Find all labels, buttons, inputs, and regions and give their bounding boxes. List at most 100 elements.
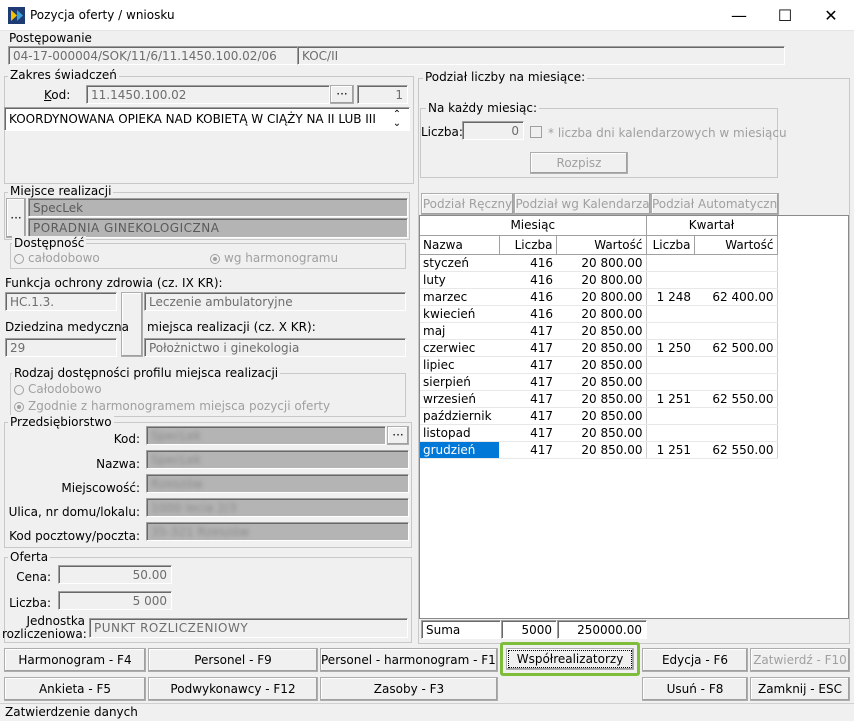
- cell-nazwa[interactable]: czerwiec: [420, 339, 499, 357]
- cell-kwartal-wartosc[interactable]: [694, 305, 778, 323]
- cell-liczba[interactable]: 416: [499, 288, 556, 306]
- cell-liczba[interactable]: 417: [499, 356, 556, 374]
- table-row[interactable]: luty 416 20 800.00: [420, 271, 778, 289]
- table-row[interactable]: czerwiec 417 20 850.00 1 250 62 500.00: [420, 339, 778, 357]
- cell-liczba[interactable]: 416: [499, 254, 556, 272]
- dostepnosc-opt1[interactable]: całodobowo: [14, 251, 100, 265]
- cell-nazwa[interactable]: marzec: [420, 288, 499, 306]
- cell-kwartal-liczba[interactable]: [646, 254, 694, 272]
- cell-nazwa[interactable]: wrzesień: [420, 390, 499, 408]
- cell-nazwa[interactable]: lipiec: [420, 356, 499, 374]
- maximize-button[interactable]: ☐: [762, 0, 808, 31]
- cell-nazwa[interactable]: grudzień: [420, 441, 499, 459]
- months-grid[interactable]: Miesiąc Kwartał Nazwa Liczba Wartość Lic…: [419, 215, 849, 619]
- cell-nazwa[interactable]: luty: [420, 271, 499, 289]
- cell-liczba[interactable]: 416: [499, 305, 556, 323]
- cell-wartosc[interactable]: 20 850.00: [556, 424, 647, 442]
- cell-wartosc[interactable]: 20 850.00: [556, 373, 647, 391]
- cell-kwartal-wartosc[interactable]: [694, 356, 778, 374]
- cell-wartosc[interactable]: 20 850.00: [556, 407, 647, 425]
- cell-kwartal-liczba[interactable]: 1 251: [646, 390, 694, 408]
- zasoby-button[interactable]: Zasoby - F3: [320, 677, 498, 701]
- cell-liczba[interactable]: 417: [499, 441, 556, 459]
- cell-liczba[interactable]: 416: [499, 271, 556, 289]
- cell-kwartal-liczba[interactable]: [646, 271, 694, 289]
- cell-kwartal-liczba[interactable]: 1 248: [646, 288, 694, 306]
- table-row[interactable]: grudzień 417 20 850.00 1 251 62 550.00: [420, 441, 778, 459]
- cell-kwartal-wartosc[interactable]: [694, 424, 778, 442]
- cell-wartosc[interactable]: 20 850.00: [556, 339, 647, 357]
- cell-wartosc[interactable]: 20 850.00: [556, 390, 647, 408]
- personel-harmonogram-button[interactable]: Personel - harmonogram - F11: [320, 648, 498, 672]
- edycja-button[interactable]: Edycja - F6: [642, 648, 748, 672]
- personel-button[interactable]: Personel - F9: [148, 648, 318, 672]
- rozpisz-button[interactable]: Rozpisz: [530, 152, 628, 174]
- cell-liczba[interactable]: 417: [499, 390, 556, 408]
- ankieta-button[interactable]: Ankieta - F5: [4, 677, 146, 701]
- cell-liczba[interactable]: 417: [499, 424, 556, 442]
- cell-kwartal-wartosc[interactable]: [694, 322, 778, 340]
- zatwierdz-button[interactable]: Zatwierdź - F10: [750, 648, 850, 672]
- tab-podzial-automatyczny[interactable]: Podział Automatyczny: [651, 193, 779, 215]
- tab-podzial-kalendarz[interactable]: Podział wg Kalendarza: [514, 193, 651, 215]
- zakres-browse-button[interactable]: ···: [330, 85, 354, 104]
- cell-nazwa[interactable]: październik: [420, 407, 499, 425]
- cell-kwartal-liczba[interactable]: [646, 356, 694, 374]
- cell-wartosc[interactable]: 20 850.00: [556, 441, 647, 459]
- cell-nazwa[interactable]: kwiecień: [420, 305, 499, 323]
- table-row[interactable]: styczeń 416 20 800.00: [420, 254, 778, 272]
- cell-kwartal-liczba[interactable]: [646, 424, 694, 442]
- cell-kwartal-wartosc[interactable]: [694, 254, 778, 272]
- table-row[interactable]: lipiec 417 20 850.00: [420, 356, 778, 374]
- minimize-button[interactable]: —: [716, 0, 762, 31]
- cell-liczba[interactable]: 417: [499, 339, 556, 357]
- table-row[interactable]: wrzesień 417 20 850.00 1 251 62 550.00: [420, 390, 778, 408]
- cell-wartosc[interactable]: 20 800.00: [556, 305, 647, 323]
- firma-browse-button[interactable]: ···: [387, 426, 409, 445]
- cell-kwartal-liczba[interactable]: [646, 373, 694, 391]
- table-row[interactable]: maj 417 20 850.00: [420, 322, 778, 340]
- table-row[interactable]: sierpień 417 20 850.00: [420, 373, 778, 391]
- close-button[interactable]: ✕: [808, 0, 854, 31]
- usun-button[interactable]: Usuń - F8: [642, 677, 748, 701]
- cell-kwartal-wartosc[interactable]: 62 550.00: [694, 390, 778, 408]
- table-row[interactable]: październik 417 20 850.00: [420, 407, 778, 425]
- dni-kalendarzowe-checkbox[interactable]: [530, 126, 542, 138]
- cell-kwartal-wartosc[interactable]: 62 500.00: [694, 339, 778, 357]
- cell-kwartal-wartosc[interactable]: 62 550.00: [694, 441, 778, 459]
- cell-nazwa[interactable]: listopad: [420, 424, 499, 442]
- cell-nazwa[interactable]: maj: [420, 322, 499, 340]
- cell-wartosc[interactable]: 20 850.00: [556, 322, 647, 340]
- cell-wartosc[interactable]: 20 800.00: [556, 271, 647, 289]
- dostepnosc-opt2[interactable]: wg harmonogramu: [210, 251, 338, 265]
- wspolrealizatorzy-button[interactable]: Współrealizatorzy: [506, 648, 634, 670]
- cell-liczba[interactable]: 417: [499, 373, 556, 391]
- cell-kwartal-liczba[interactable]: [646, 407, 694, 425]
- miejsce-browse-button[interactable]: ···: [6, 198, 26, 238]
- table-row[interactable]: marzec 416 20 800.00 1 248 62 400.00: [420, 288, 778, 306]
- cell-nazwa[interactable]: styczeń: [420, 254, 499, 272]
- rodzaj-opt2[interactable]: Zgodnie z harmonogramem miejsca pozycji …: [14, 399, 330, 413]
- rodzaj-opt1[interactable]: Całodobowo: [14, 382, 102, 396]
- cell-kwartal-wartosc[interactable]: [694, 271, 778, 289]
- table-row[interactable]: kwiecień 416 20 800.00: [420, 305, 778, 323]
- cell-kwartal-liczba[interactable]: [646, 322, 694, 340]
- cell-kwartal-wartosc[interactable]: [694, 407, 778, 425]
- cell-kwartal-wartosc[interactable]: [694, 373, 778, 391]
- cell-liczba[interactable]: 417: [499, 407, 556, 425]
- zakres-desc-field[interactable]: KOORDYNOWANA OPIEKA NAD KOBIETĄ W CIĄŻY …: [4, 107, 410, 131]
- cell-kwartal-liczba[interactable]: 1 251: [646, 441, 694, 459]
- cell-wartosc[interactable]: 20 850.00: [556, 356, 647, 374]
- podwykonawcy-button[interactable]: Podwykonawcy - F12: [148, 677, 318, 701]
- scroll-updown-icon[interactable]: ⌃ ⌄: [389, 110, 405, 130]
- cell-nazwa[interactable]: sierpień: [420, 373, 499, 391]
- tab-podzial-reczny[interactable]: Podział Ręczny: [421, 193, 514, 215]
- cell-kwartal-liczba[interactable]: 1 250: [646, 339, 694, 357]
- zamknij-button[interactable]: Zamknij - ESC: [750, 677, 850, 701]
- cell-wartosc[interactable]: 20 800.00: [556, 288, 647, 306]
- cell-liczba[interactable]: 417: [499, 322, 556, 340]
- cell-kwartal-liczba[interactable]: [646, 305, 694, 323]
- table-row[interactable]: listopad 417 20 850.00: [420, 424, 778, 442]
- cell-wartosc[interactable]: 20 800.00: [556, 254, 647, 272]
- cell-kwartal-wartosc[interactable]: 62 400.00: [694, 288, 778, 306]
